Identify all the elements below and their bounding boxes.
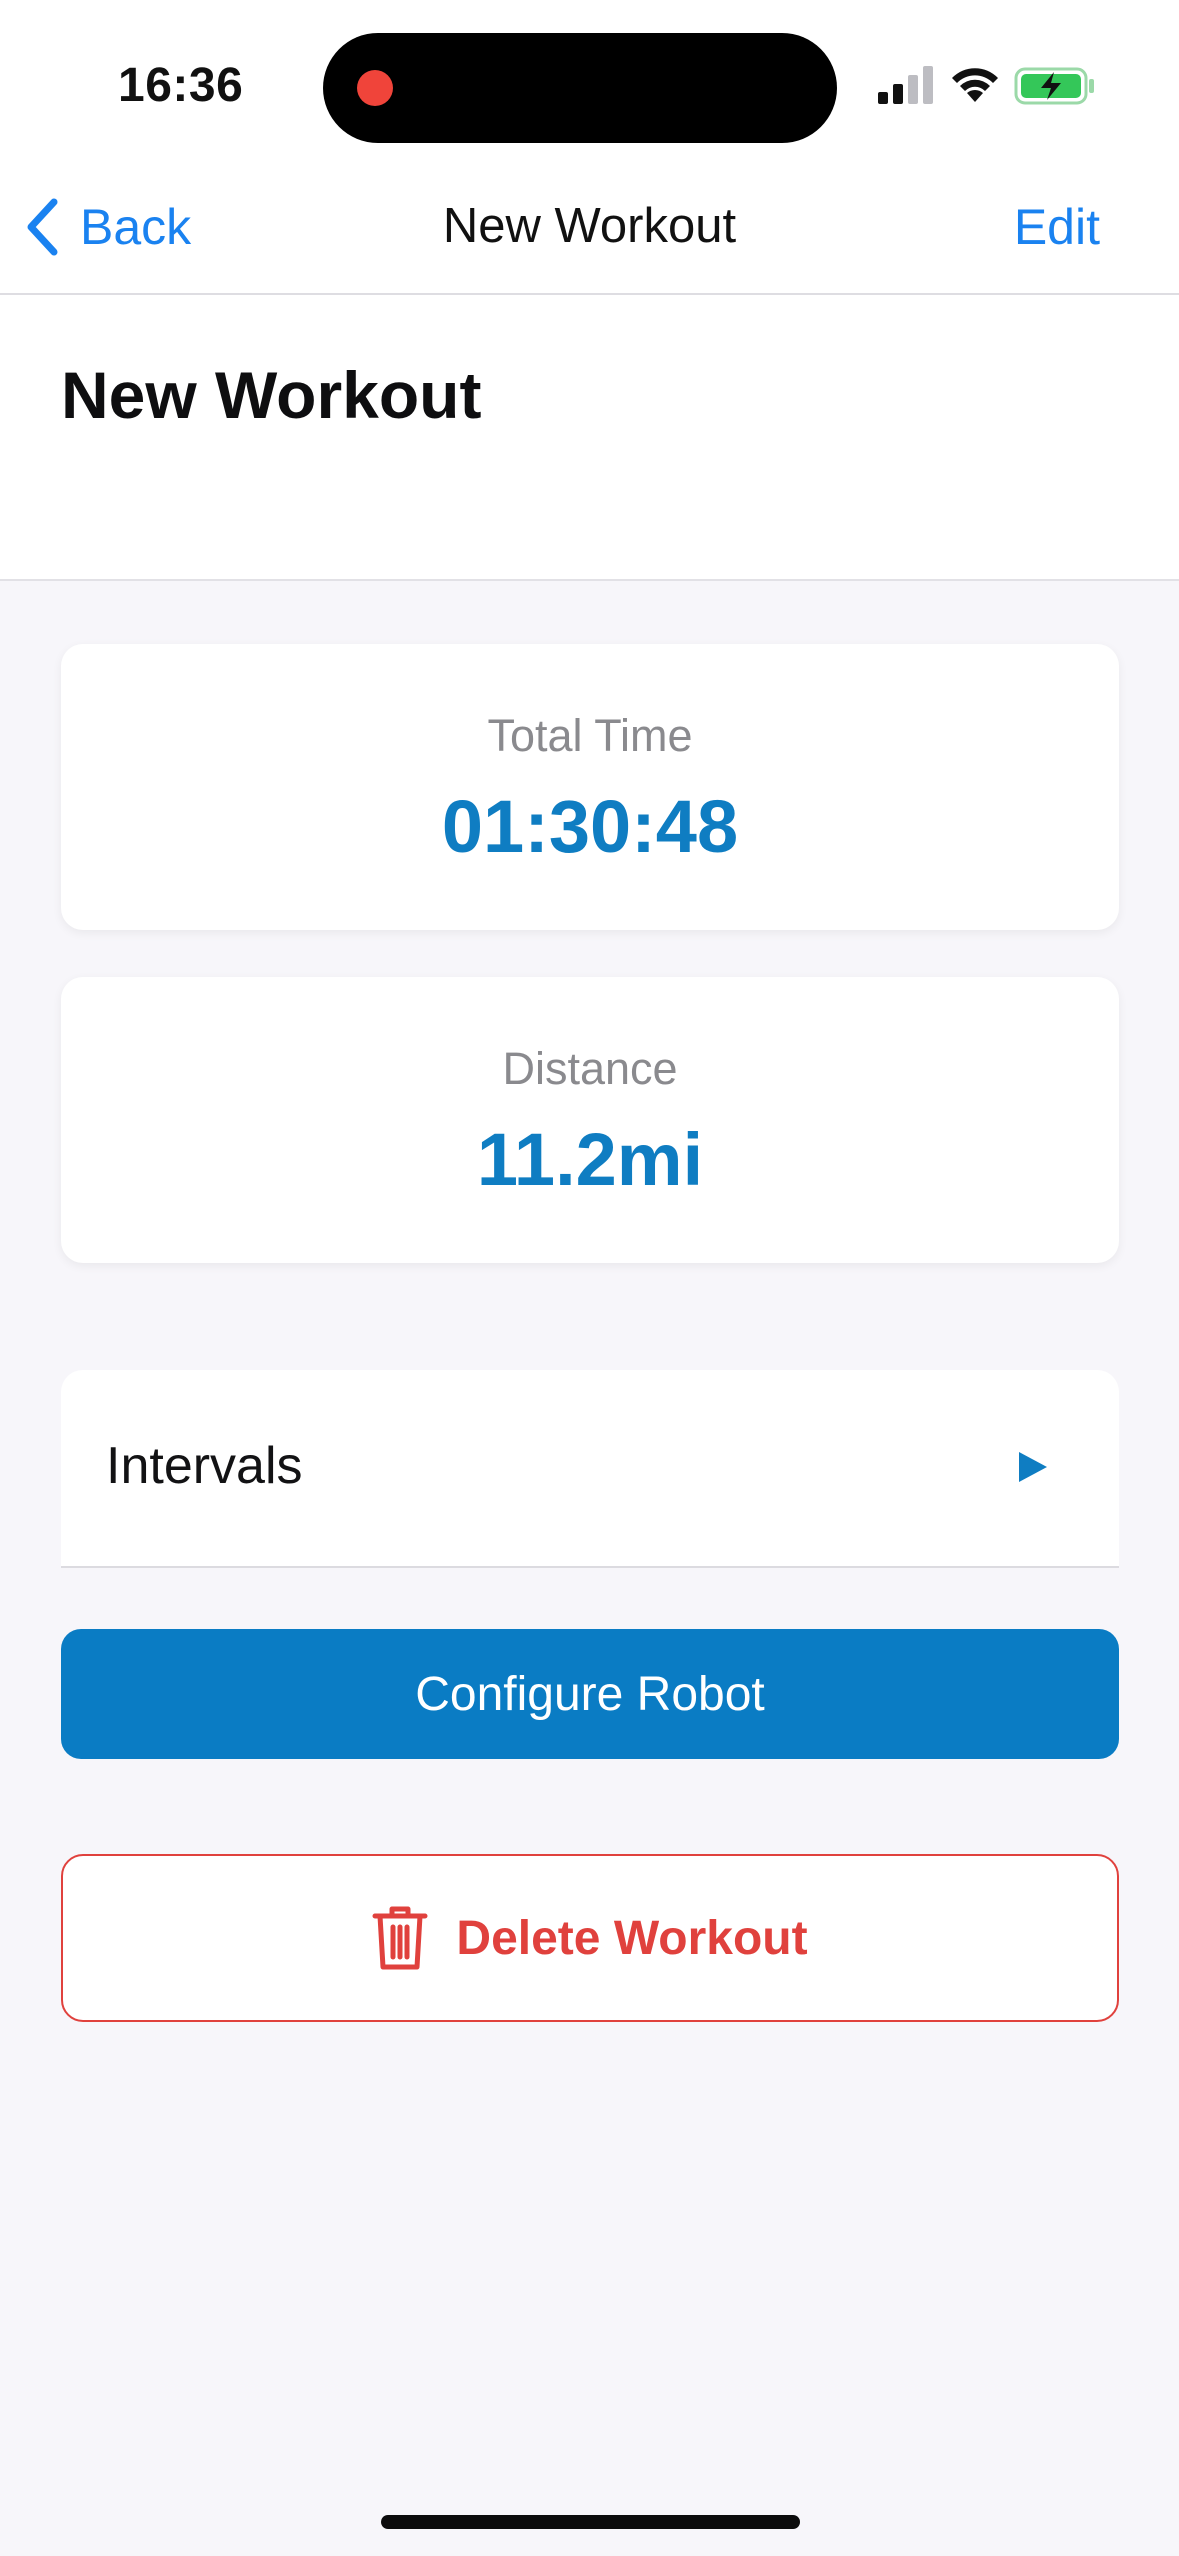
dynamic-island [323, 33, 837, 143]
play-arrow-icon [1019, 1452, 1047, 1482]
trash-icon [372, 1906, 428, 1970]
distance-card: Distance 11.2mi [61, 977, 1119, 1263]
page-header: New Workout [0, 295, 1179, 581]
total-time-card: Total Time 01:30:48 [61, 644, 1119, 930]
edit-button[interactable]: Edit [1014, 198, 1100, 256]
home-indicator [381, 2515, 800, 2529]
delete-workout-button[interactable]: Delete Workout [61, 1854, 1119, 2022]
status-bar: 16:36 [0, 0, 1179, 160]
status-time: 16:36 [118, 59, 244, 112]
distance-label: Distance [502, 1043, 678, 1094]
delete-workout-label: Delete Workout [456, 1911, 808, 1965]
total-time-label: Total Time [487, 710, 693, 761]
page-title: New Workout [61, 358, 482, 432]
nav-title: New Workout [442, 199, 737, 253]
cellular-signal-icon [878, 66, 933, 104]
configure-robot-button[interactable]: Configure Robot [61, 1629, 1119, 1759]
wifi-icon [952, 68, 998, 102]
distance-value: 11.2mi [476, 1118, 704, 1201]
recording-indicator-icon [357, 70, 393, 106]
navigation-bar: Back New Workout Edit [0, 160, 1179, 295]
intervals-label: Intervals [106, 1437, 303, 1495]
configure-robot-label: Configure Robot [415, 1667, 765, 1721]
total-time-value: 01:30:48 [441, 785, 739, 868]
battery-charging-icon [1014, 67, 1094, 105]
intervals-row[interactable]: Intervals [61, 1370, 1119, 1568]
